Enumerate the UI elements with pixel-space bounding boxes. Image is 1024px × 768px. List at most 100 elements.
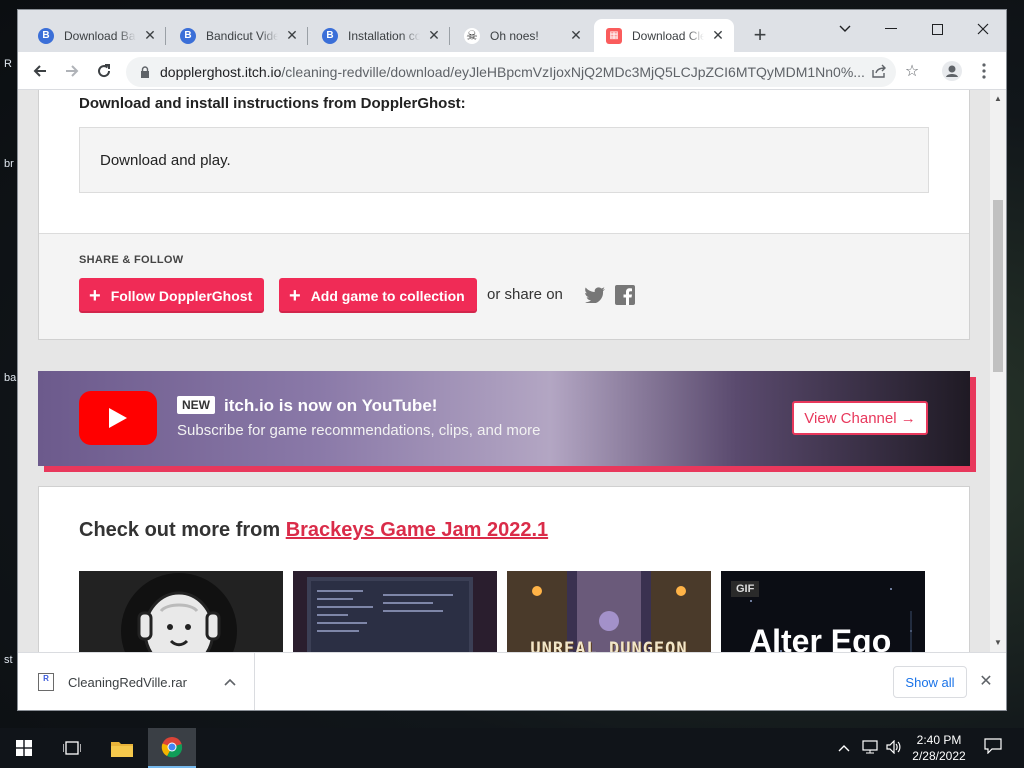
clock-date: 2/28/2022 [912,749,966,763]
plus-icon: + [89,284,101,307]
more-games-heading: Check out more from Brackeys Game Jam 20… [79,519,548,542]
taskbar: 2:40 PM 2/28/2022 [0,728,1024,768]
url-host: dopplerghost.itch.io [160,64,282,80]
scroll-thumb[interactable] [993,200,1003,372]
facebook-icon[interactable] [614,284,636,306]
task-view-icon[interactable] [48,728,96,768]
profile-avatar-icon[interactable] [940,59,964,83]
chrome-taskbar-icon[interactable] [148,728,196,768]
game-thumbnail[interactable] [293,571,497,652]
thumbnail-title: UNREAL DUNGEON [530,639,688,652]
skull-icon: ☠ [464,27,480,44]
tab-download-bandicut[interactable]: B Download Bandicut ✕ [26,19,166,52]
bookmark-star-icon[interactable]: ☆ [900,59,924,83]
view-channel-button[interactable]: View Channel → [792,401,928,435]
scroll-up-icon[interactable]: ▲ [993,94,1003,104]
new-badge: NEW [177,396,215,414]
share-icon[interactable] [868,59,892,83]
twitter-icon[interactable] [584,284,606,306]
tab-separator [165,27,166,45]
tab-title: Oh noes! [490,28,539,43]
page-viewport: Download and install instructions from D… [18,90,1006,652]
show-all-button[interactable]: Show all [893,666,967,698]
plus-icon: + [289,284,301,307]
close-icon[interactable]: ✕ [284,27,300,44]
lock-icon [140,66,150,78]
reload-button[interactable] [92,59,116,83]
thumbnail-title: Alter Ego [749,623,892,652]
game-thumbnail[interactable]: UNREAL DUNGEON [507,571,711,652]
or-share-label: or share on [487,286,563,303]
notification-icon[interactable] [984,738,1002,757]
windows-start-icon[interactable] [0,728,48,768]
bandicut-favicon-icon: B [180,27,196,44]
close-icon[interactable]: ✕ [142,27,158,44]
download-card: Download and install instructions from D… [38,90,970,340]
share-follow-label: SHARE & FOLLOW [79,254,184,266]
maximize-button[interactable] [914,14,960,44]
share-follow-section: SHARE & FOLLOW + Follow DopplerGhost + A… [39,233,969,339]
minimize-button[interactable] [868,14,914,44]
game-thumbnail[interactable] [79,571,283,652]
itch-favicon-icon: ▦ [606,27,622,44]
tab-download-cleaning-redville[interactable]: ▦ Download Cleaning RedVille ✕ [594,19,734,52]
chevron-up-icon[interactable] [220,675,240,689]
tab-title: Bandicut Video Cutter [206,28,278,43]
volume-icon[interactable] [886,739,902,757]
close-icon[interactable]: ✕ [710,27,726,44]
tab-search-icon[interactable] [822,14,868,44]
tab-strip: B Download Bandicut ✕ B Bandicut Video C… [18,10,1006,52]
collection-button-label: Add game to collection [310,287,465,304]
download-file-name: CleaningRedVille.rar [68,674,187,690]
desktop-icon-label[interactable]: ba [4,372,16,384]
youtube-banner[interactable]: NEW itch.io is now on YouTube! Subscribe… [38,371,970,466]
back-button[interactable] [28,59,52,83]
game-thumbnail[interactable]: GIF Alter Ego [721,571,925,652]
download-bar: R CleaningRedVille.rar Show all ✕ [18,652,1006,710]
more-games-prefix: Check out more from [79,519,286,541]
menu-kebab-icon[interactable] [972,59,996,83]
clock-time: 2:40 PM [916,733,962,747]
browser-window: B Download Bandicut ✕ B Bandicut Video C… [18,10,1006,710]
desktop-icon-label[interactable]: st [4,654,13,666]
url-path: /cleaning-redville/download/eyJleHBpcmVz… [281,64,865,80]
tab-oh-noes[interactable]: ☠ Oh noes! ✕ [452,19,592,52]
page-scrollbar[interactable]: ▲ ▼ [990,90,1006,652]
tab-installation[interactable]: B Installation complete ✕ [310,19,450,52]
tab-bandicut-video[interactable]: B Bandicut Video Cutter ✕ [168,19,308,52]
add-to-collection-button[interactable]: + Add game to collection [279,278,477,313]
desktop-icon-label[interactable]: R [4,58,12,70]
address-bar[interactable]: dopplerghost.itch.io/cleaning-redville/d… [126,57,896,87]
download-item[interactable]: R CleaningRedVille.rar [18,653,255,710]
youtube-subtitle: Subscribe for game recommendations, clip… [177,422,541,439]
follow-button[interactable]: + Follow DopplerGhost [79,278,265,313]
chevron-up-icon[interactable] [838,740,850,755]
new-tab-button[interactable]: + [748,24,772,48]
scroll-down-icon[interactable]: ▼ [993,638,1003,648]
tab-title: Download Bandicut [64,28,136,43]
file-explorer-icon[interactable] [98,728,146,768]
close-icon[interactable]: ✕ [426,27,442,44]
close-icon[interactable]: ✕ [976,671,996,691]
browser-toolbar: dopplerghost.itch.io/cleaning-redville/d… [18,52,1006,90]
instructions-title: Download and install instructions from D… [79,95,466,112]
bandicut-favicon-icon: B [322,27,338,44]
tab-separator [449,27,450,45]
rar-file-icon: R [38,673,54,691]
bandicut-favicon-icon: B [38,27,54,44]
tab-title: Installation complete [348,28,420,43]
tab-title: Download Cleaning RedVille [632,28,704,43]
game-jam-link[interactable]: Brackeys Game Jam 2022.1 [286,519,548,541]
tab-separator [307,27,308,45]
close-icon[interactable]: ✕ [568,27,584,44]
desktop-icon-label[interactable]: br [4,158,14,170]
youtube-headline: itch.io is now on YouTube! [224,396,438,415]
forward-button[interactable] [60,59,84,83]
youtube-logo-icon [79,391,157,445]
network-icon[interactable] [862,740,878,757]
instructions-text: Download and play. [79,127,929,193]
follow-button-label: Follow DopplerGhost [110,287,253,304]
more-games-card: Check out more from Brackeys Game Jam 20… [38,486,970,652]
close-window-button[interactable] [960,14,1006,44]
taskbar-clock[interactable]: 2:40 PM 2/28/2022 [910,732,968,764]
